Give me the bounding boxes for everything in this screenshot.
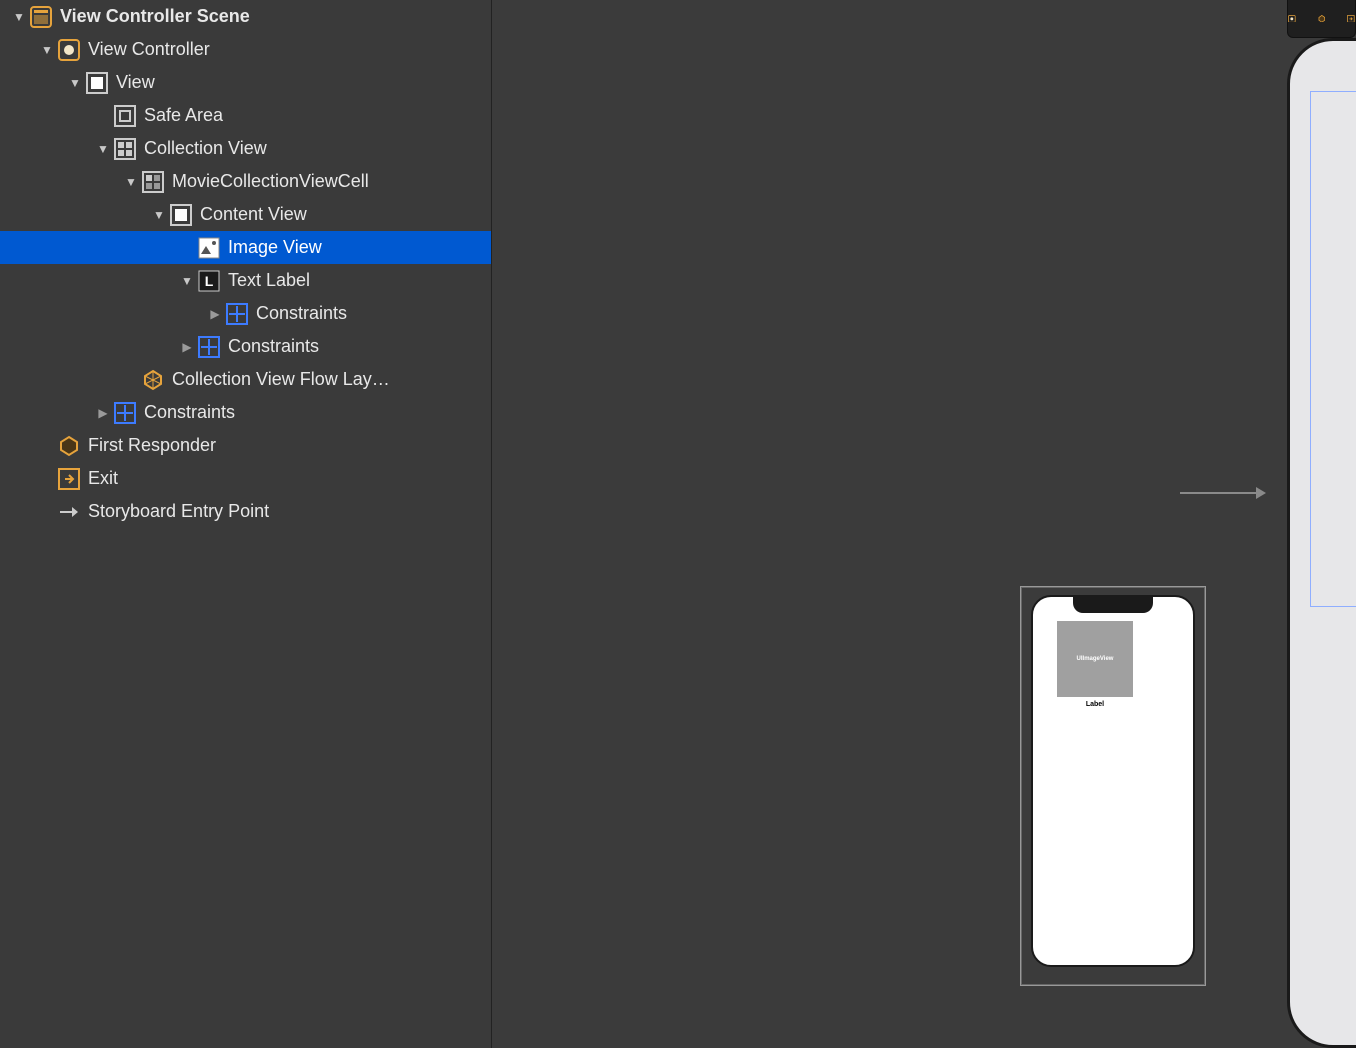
device-frame-small: UIImageView Label — [1031, 595, 1195, 967]
row-collection-view[interactable]: ▼ Collection View — [0, 132, 491, 165]
row-text-label[interactable]: ▼ L Text Label — [0, 264, 491, 297]
safe-area-icon — [114, 105, 136, 127]
view-icon — [86, 72, 108, 94]
image-view-icon — [198, 237, 220, 259]
row-label: MovieCollectionViewCell — [172, 171, 369, 192]
row-constraints-view[interactable]: ▶ Constraints — [0, 396, 491, 429]
row-constraints-cell[interactable]: ▶ Constraints — [0, 330, 491, 363]
row-cell[interactable]: ▼ MovieCollectionViewCell — [0, 165, 491, 198]
svg-text:L: L — [205, 273, 214, 289]
exit-icon — [58, 468, 80, 490]
entry-point-icon — [58, 501, 80, 523]
storyboard-canvas[interactable]: UIImageView Label UIImageView Label — [492, 0, 1356, 1048]
row-safe-area[interactable]: ▶ Safe Area — [0, 99, 491, 132]
row-view-controller[interactable]: ▼ View Controller — [0, 33, 491, 66]
row-label: View Controller Scene — [60, 6, 250, 27]
constraints-icon — [226, 303, 248, 325]
constraints-icon — [114, 402, 136, 424]
row-label: Collection View Flow Lay… — [172, 369, 390, 390]
first-responder-icon — [58, 435, 80, 457]
row-label: Constraints — [144, 402, 235, 423]
row-label: Safe Area — [144, 105, 223, 126]
device-thumbnail[interactable]: UIImageView Label — [1020, 586, 1206, 986]
view-controller-icon — [58, 39, 80, 61]
row-label: First Responder — [88, 435, 216, 456]
row-image-view[interactable]: ▶ Image View — [0, 231, 491, 264]
row-label: Constraints — [228, 336, 319, 357]
row-first-responder[interactable]: ▶ First Responder — [0, 429, 491, 462]
row-label: Image View — [228, 237, 322, 258]
row-view[interactable]: ▼ View — [0, 66, 491, 99]
row-label: Constraints — [256, 303, 347, 324]
layout-guides — [1310, 91, 1356, 607]
label-icon: L — [198, 270, 220, 292]
row-label: Storyboard Entry Point — [88, 501, 269, 522]
toolbar-view-controller-icon[interactable] — [1288, 11, 1296, 27]
collection-view-icon — [114, 138, 136, 160]
imageview-mini-text: UIImageView — [1077, 656, 1114, 662]
row-entry-point[interactable]: ▶ Storyboard Entry Point — [0, 495, 491, 528]
row-label: Collection View — [144, 138, 267, 159]
row-label: Content View — [200, 204, 307, 225]
scene-icon — [30, 6, 52, 28]
collection-cell-icon — [142, 171, 164, 193]
row-content-view[interactable]: ▼ Content View — [0, 198, 491, 231]
view-icon — [170, 204, 192, 226]
toolbar-first-responder-icon[interactable] — [1318, 11, 1326, 27]
row-label: View — [116, 72, 155, 93]
toolbar-exit-icon[interactable] — [1347, 11, 1355, 27]
document-outline[interactable]: ▼ View Controller Scene ▼ View Controlle… — [0, 0, 492, 1048]
image-view-mini: UIImageView — [1057, 621, 1133, 697]
row-flow-layout[interactable]: ▶ Collection View Flow Lay… — [0, 363, 491, 396]
device-notch-small — [1073, 597, 1153, 613]
row-scene[interactable]: ▼ View Controller Scene — [0, 0, 491, 33]
label-mini: Label — [1057, 701, 1133, 708]
scene-toolbar — [1287, 0, 1356, 38]
row-label: Exit — [88, 468, 118, 489]
row-label: Text Label — [228, 270, 310, 291]
entry-point-arrow[interactable] — [1180, 492, 1264, 494]
row-label: View Controller — [88, 39, 210, 60]
constraints-icon — [198, 336, 220, 358]
flow-layout-icon — [142, 369, 164, 391]
device-frame-large[interactable]: UIImageView Label — [1287, 38, 1356, 1048]
row-exit[interactable]: ▶ Exit — [0, 462, 491, 495]
row-constraints-inner[interactable]: ▶ Constraints — [0, 297, 491, 330]
